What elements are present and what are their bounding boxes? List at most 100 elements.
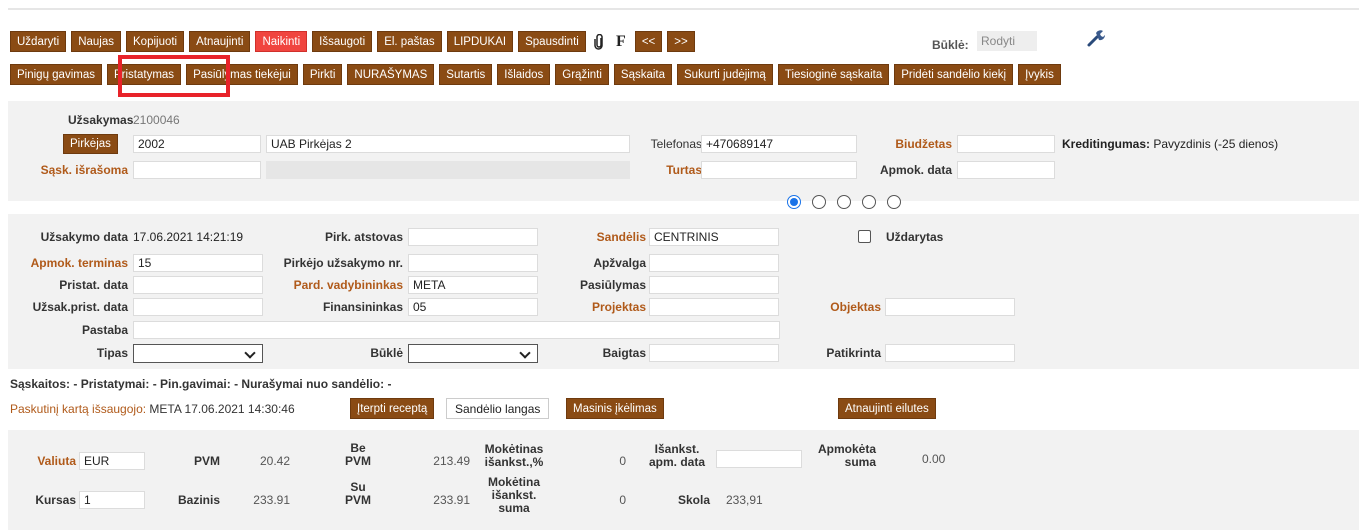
page-radio-3[interactable] <box>837 195 851 209</box>
note-field[interactable] <box>133 321 780 339</box>
invoice-to-name-field <box>266 161 630 179</box>
order-delivery-date-field[interactable] <box>133 298 263 316</box>
prepayment-percent-label: Mokėtinas išankst.,% <box>484 442 544 469</box>
warehouse-field[interactable]: CENTRINIS <box>649 228 779 246</box>
next-button[interactable]: >> <box>667 31 695 52</box>
rate-field[interactable]: 1 <box>79 491 145 509</box>
delivery-date-label: Pristat. data <box>59 278 128 292</box>
payment-receipt-button[interactable]: Pinigų gavimas <box>10 64 102 85</box>
asset-field[interactable] <box>701 161 857 179</box>
page-radio-5[interactable] <box>887 195 901 209</box>
project-label[interactable]: Projektas <box>560 300 646 314</box>
base-label: Bazinis <box>177 493 220 507</box>
object-field[interactable] <box>885 298 1015 316</box>
buy-button[interactable]: Pirkti <box>302 64 343 85</box>
budget-label[interactable]: Biudžetas <box>886 137 952 151</box>
rate-label: Kursas <box>35 493 76 507</box>
page-radio-2[interactable] <box>812 195 826 209</box>
prepayment-sum-value[interactable]: 0 <box>556 491 630 509</box>
checked-field[interactable] <box>885 344 1015 362</box>
previous-button[interactable]: << <box>634 31 663 52</box>
state-select[interactable] <box>408 344 538 363</box>
payment-term-label[interactable]: Apmok. terminas <box>10 256 128 270</box>
delivery-date-field[interactable] <box>133 276 263 294</box>
event-button[interactable]: Įvykis <box>1018 64 1061 85</box>
create-movement-button[interactable]: Sukurti judėjimą <box>677 64 773 85</box>
closed-checkbox[interactable] <box>858 230 871 243</box>
document-toolbar: Pinigų gavimas Pristatymas Pasiūlymas ti… <box>10 64 1061 85</box>
prepayment-percent-value[interactable]: 0 <box>556 452 630 470</box>
review-label: Apžvalga <box>593 256 646 270</box>
payment-date-field[interactable] <box>957 161 1055 179</box>
refresh-rows-button[interactable]: Atnaujinti eilutes <box>838 398 936 419</box>
buyer-order-no-field[interactable] <box>408 254 538 272</box>
mass-insert-button[interactable]: Masinis įkėlimas <box>566 398 664 419</box>
sales-manager-field[interactable]: META <box>408 276 538 294</box>
checked-label: Patikrinta <box>826 346 881 360</box>
close-button[interactable]: Uždaryti <box>10 31 67 52</box>
closed-label: Uždarytas <box>886 230 944 244</box>
contract-button[interactable]: Sutartis <box>439 64 493 85</box>
phone-field[interactable]: +470689147 <box>701 135 857 153</box>
prepayment-date-label: Išankst. apm. data <box>648 442 705 469</box>
budget-field[interactable] <box>957 135 1055 153</box>
insert-recipe-button[interactable]: Įterpti receptą <box>350 398 435 419</box>
prepayment-date-field[interactable] <box>716 450 802 468</box>
write-off-button[interactable]: NURAŠYMAS <box>347 64 435 85</box>
return-button[interactable]: Grąžinti <box>555 64 609 85</box>
warehouse-label[interactable]: Sandėlis <box>560 230 646 244</box>
direct-invoice-button[interactable]: Tiesioginė sąskaita <box>777 64 890 85</box>
financier-field[interactable]: 05 <box>408 298 538 316</box>
paid-amount-label: Apmokėta suma <box>817 442 876 469</box>
print-button[interactable]: Spausdinti <box>518 31 586 52</box>
buyer-button[interactable]: Pirkėjas <box>63 134 118 154</box>
sales-manager-label[interactable]: Pard. vadybininkas <box>266 278 403 292</box>
object-label[interactable]: Objektas <box>790 300 881 314</box>
asset-label[interactable]: Turtas <box>654 163 702 177</box>
wrench-icon[interactable] <box>1086 28 1106 48</box>
buyer-rep-field[interactable] <box>408 228 538 246</box>
paperclip-icon[interactable] <box>591 31 607 52</box>
payment-term-field[interactable]: 15 <box>133 254 263 272</box>
invoice-to-field[interactable] <box>133 161 261 179</box>
status-value[interactable]: Rodyti <box>977 31 1037 51</box>
offer-label: Pasiūlymas <box>579 278 646 292</box>
invoice-to-label[interactable]: Sąsk. išrašoma <box>20 163 128 177</box>
page-radio-1[interactable] <box>787 195 801 209</box>
delivery-button[interactable]: Pristatymas <box>106 64 182 85</box>
main-toolbar: Uždaryti Naujas Kopijuoti Atnaujinti Nai… <box>10 31 695 52</box>
buyer-code-field[interactable]: 2002 <box>133 135 261 153</box>
credit-label: Kreditingumas: <box>1062 137 1151 151</box>
paid-amount-value: 0.00 <box>922 452 946 466</box>
email-button[interactable]: El. paštas <box>377 31 442 52</box>
save-button[interactable]: Išsaugoti <box>312 31 373 52</box>
refresh-button[interactable]: Atnaujinti <box>189 31 251 52</box>
review-field[interactable] <box>649 254 779 272</box>
project-field[interactable] <box>649 298 779 316</box>
offer-field[interactable] <box>649 276 779 294</box>
currency-field[interactable]: EUR <box>79 452 145 470</box>
labels-button[interactable]: LIPDUKAI <box>446 31 514 52</box>
expenses-button[interactable]: Išlaidos <box>497 64 551 85</box>
add-stock-quantity-button[interactable]: Pridėti sandėlio kiekį <box>894 64 1014 85</box>
buyer-order-no-label: Pirkėjo užsakymo nr. <box>283 256 403 270</box>
type-select[interactable] <box>133 344 263 363</box>
supplier-offer-button[interactable]: Pasiūlymas tiekėjui <box>186 64 298 85</box>
buyer-rep-label: Pirk. atstovas <box>324 230 403 244</box>
payment-date-label: Apmok. data <box>879 163 952 177</box>
warehouse-window-button[interactable]: Sandėlio langas <box>446 398 550 419</box>
new-button[interactable]: Naujas <box>71 31 121 52</box>
invoice-button[interactable]: Sąskaita <box>613 64 673 85</box>
f-button[interactable]: F <box>612 31 630 52</box>
currency-label[interactable]: Valiuta <box>20 454 76 468</box>
delete-button[interactable]: Naikinti <box>255 31 308 52</box>
finished-field[interactable] <box>649 344 779 362</box>
order-label: Užsakymas <box>68 113 134 127</box>
buyer-name-field[interactable]: UAB Pirkėjas 2 <box>266 135 630 153</box>
copy-button[interactable]: Kopijuoti <box>126 31 185 52</box>
top-divider <box>8 8 1359 10</box>
order-date-value: 17.06.2021 14:21:19 <box>133 230 244 244</box>
page-radio-4[interactable] <box>862 195 876 209</box>
debt-value: 233,91 <box>726 493 763 507</box>
phone-label: Telefonas <box>650 137 702 151</box>
